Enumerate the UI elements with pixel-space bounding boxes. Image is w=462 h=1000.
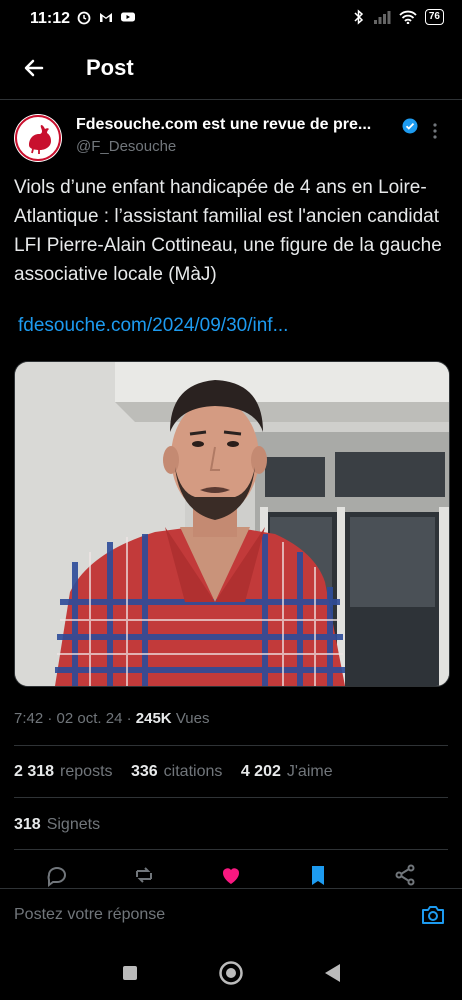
quotes-stat[interactable]: 336 citations [131,763,222,780]
author-handle[interactable]: @F_Desouche [76,138,176,155]
share-icon[interactable] [392,862,418,888]
author-name[interactable]: Fdesouche.com est une revue de pre... [76,116,371,134]
bluetooth-icon [354,9,363,25]
gmail-icon [100,13,112,22]
back-nav-button[interactable] [322,962,342,989]
status-left-icons [76,9,136,25]
status-time: 11:12 [30,10,71,27]
reposts-stat[interactable]: 2 318 reposts [14,763,113,780]
quotes-count: 336 [130,763,158,780]
views-count: 245K [135,710,172,727]
likes-count: 4 202 [240,763,281,780]
meta-divider [14,745,448,746]
wifi-icon [399,10,417,24]
alarm-icon [77,11,91,25]
tweet-date: 02 oct. 24 [56,710,123,727]
reply-input[interactable]: Postez votre réponse [14,906,165,924]
meta-separator: · [47,710,53,727]
home-button[interactable] [218,960,244,991]
system-nav-bar [0,948,462,1000]
reposts-count: 2 318 [14,763,55,780]
bookmarks-stat[interactable]: 318 Signets [14,816,100,834]
page-title: Post [86,55,134,80]
tweet-photo[interactable] [14,361,450,687]
engagement-stats: 2 318 reposts 336 citations 4 202 J'aime [14,763,347,781]
photo-illustration [15,362,449,686]
reply-icon[interactable] [44,862,70,888]
more-options-icon[interactable] [432,122,438,145]
likes-label: J'aime [286,763,333,780]
bookmarks-divider [14,849,448,850]
repost-icon[interactable] [131,862,157,888]
quotes-label: citations [163,763,223,780]
likes-stat[interactable]: 4 202 J'aime [241,763,333,780]
arrow-left-icon [24,59,44,77]
header-divider [0,99,462,100]
tweet-text: Viols d’une enfant handicapée de 4 ans e… [14,177,442,285]
signal-icon [373,11,391,24]
status-bar: 11:12 76 [0,0,462,40]
tweet-meta: 7:42 · 02 oct. 24 · 245K Vues [14,710,209,727]
battery-icon: 76 [424,9,444,25]
rooster-logo-icon [15,115,61,161]
views-label: Vues [175,710,210,727]
bookmarks-count: 318 [14,816,41,833]
like-icon[interactable] [218,862,244,888]
camera-icon[interactable] [420,902,446,933]
meta-separator: · [126,710,132,727]
bookmarks-label: Signets [46,816,101,833]
action-bar [0,862,462,890]
avatar[interactable] [14,114,62,162]
tweet-time: 7:42 [14,710,44,727]
verified-badge-icon [402,118,418,139]
recents-button[interactable] [121,964,139,987]
back-button[interactable] [18,52,50,84]
tweet-link[interactable]: fdesouche.com/2024/09/30/inf... [18,315,288,337]
status-right-icons: 76 [353,9,444,25]
stats-divider [14,797,448,798]
bookmark-icon[interactable] [305,862,331,888]
youtube-icon [121,12,135,22]
reposts-label: reposts [60,763,113,780]
